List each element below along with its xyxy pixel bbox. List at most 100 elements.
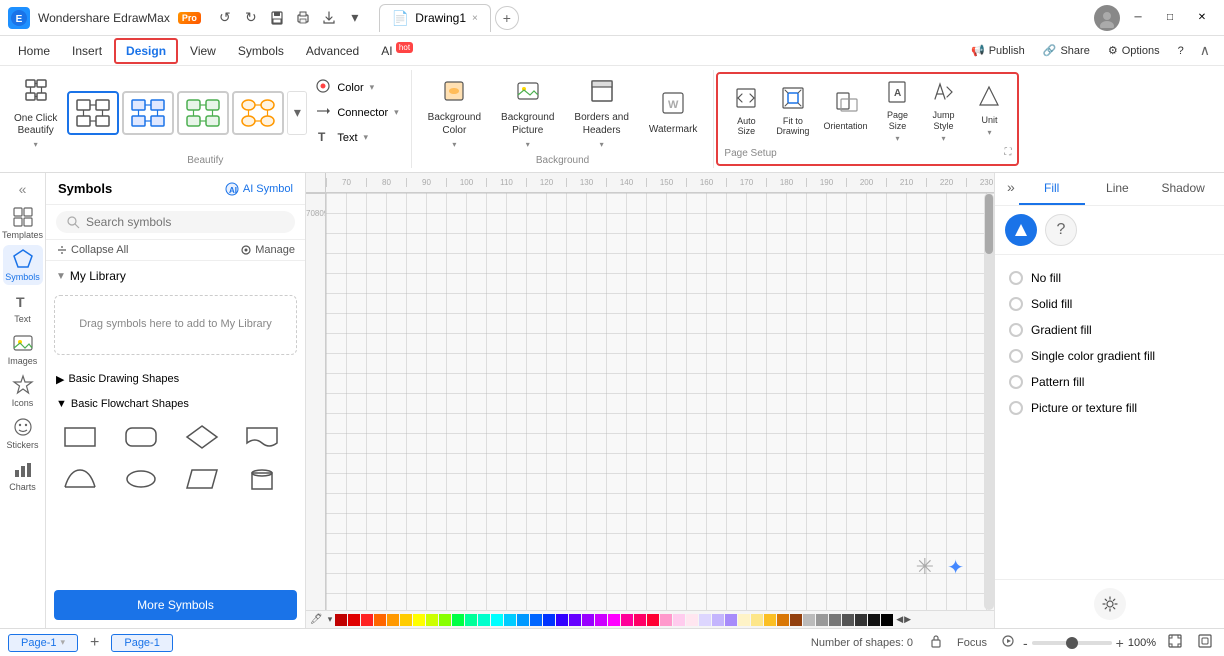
color-swatch[interactable] [634, 614, 646, 626]
color-swatch[interactable] [595, 614, 607, 626]
color-swatch[interactable] [530, 614, 542, 626]
zoom-out-button[interactable]: - [1023, 635, 1028, 651]
color-swatch[interactable] [855, 614, 867, 626]
color-swatch[interactable] [621, 614, 633, 626]
tab-ai[interactable]: AI hot [371, 39, 423, 62]
shape-cylinder[interactable] [238, 460, 286, 498]
zoom-slider[interactable] [1032, 641, 1112, 645]
color-swatch[interactable] [660, 614, 672, 626]
restore-button[interactable]: □ [1156, 7, 1184, 29]
text-format-button[interactable]: T Text ▾ [311, 126, 402, 149]
watermark-button[interactable]: W Watermark [641, 85, 706, 140]
help-button[interactable]: ? [1170, 42, 1192, 60]
manage-button[interactable]: Manage [240, 244, 295, 256]
search-input[interactable] [86, 215, 285, 229]
sidebar-item-images[interactable]: Images [3, 329, 43, 369]
color-swatch[interactable] [504, 614, 516, 626]
one-click-beautify-button[interactable]: One ClickBeautify ▾ [8, 72, 63, 153]
single-gradient-option[interactable]: Single color gradient fill [1005, 343, 1214, 369]
share-button[interactable]: 🔗 Share [1035, 41, 1098, 60]
tab-view[interactable]: View [180, 40, 226, 62]
tab-fill[interactable]: Fill [1019, 173, 1085, 205]
connector-format-button[interactable]: Connector ▾ [311, 101, 402, 124]
my-library-header[interactable]: ▼ My Library [46, 265, 305, 287]
color-swatch[interactable] [777, 614, 789, 626]
unit-button[interactable]: Unit ▾ [967, 81, 1011, 140]
color-swatch[interactable] [608, 614, 620, 626]
user-avatar[interactable] [1094, 5, 1120, 31]
style-preset-1[interactable] [67, 91, 119, 135]
color-swatch[interactable] [361, 614, 373, 626]
fit-page-button[interactable] [1164, 633, 1186, 652]
color-swatch[interactable] [803, 614, 815, 626]
color-swatch[interactable] [829, 614, 841, 626]
color-scroll-left[interactable]: ◀ [896, 614, 903, 625]
color-format-button[interactable]: Color ▾ [311, 76, 402, 99]
color-swatch[interactable] [517, 614, 529, 626]
shape-parallelogram[interactable] [178, 460, 226, 498]
sidebar-item-charts[interactable]: Charts [3, 455, 43, 495]
solid-fill-option[interactable]: Solid fill [1005, 291, 1214, 317]
style-preset-2[interactable] [122, 91, 174, 135]
borders-headers-button[interactable]: Borders andHeaders ▾ [566, 73, 636, 153]
print-button[interactable] [291, 6, 315, 30]
color-swatch[interactable] [465, 614, 477, 626]
quick-dropdown[interactable]: ▾ [343, 6, 367, 30]
color-swatch[interactable] [738, 614, 750, 626]
shape-oval[interactable] [117, 460, 165, 498]
tab-line[interactable]: Line [1085, 173, 1151, 205]
color-swatch[interactable] [868, 614, 880, 626]
page-size-button[interactable]: A PageSize ▾ [875, 76, 919, 146]
shape-rectangle[interactable] [56, 418, 104, 456]
current-page-tab[interactable]: Page-1 ▾ [8, 634, 78, 652]
zoom-handle[interactable] [1066, 637, 1078, 649]
gradient-fill-option[interactable]: Gradient fill [1005, 317, 1214, 343]
add-page-button[interactable]: + [86, 634, 103, 652]
sidebar-item-icons[interactable]: Icons [3, 371, 43, 411]
jump-style-button[interactable]: JumpStyle ▾ [921, 76, 965, 146]
auto-size-button[interactable]: AutoSize [724, 82, 768, 141]
color-swatch[interactable] [569, 614, 581, 626]
picture-texture-option[interactable]: Picture or texture fill [1005, 395, 1214, 421]
play-icon[interactable] [1001, 634, 1015, 651]
canvas-surface[interactable]: ✳ ✦ [326, 193, 994, 610]
settings-button[interactable] [1094, 588, 1126, 620]
bg-color-button[interactable]: BackgroundColor ▾ [420, 73, 489, 153]
color-swatch[interactable] [413, 614, 425, 626]
color-swatch[interactable] [582, 614, 594, 626]
save-button[interactable] [265, 6, 289, 30]
tab-close-button[interactable]: × [472, 13, 478, 24]
color-swatch[interactable] [725, 614, 737, 626]
ribbon-collapse-button[interactable]: ∧ [1194, 40, 1216, 61]
color-fill-icon[interactable]: 🖊 [310, 614, 323, 625]
style-preset-4[interactable] [232, 91, 284, 135]
page-1-tab[interactable]: Page-1 [111, 634, 172, 652]
ai-symbol-button[interactable]: AI AI Symbol [225, 182, 293, 196]
publish-button[interactable]: 📢 Publish [963, 41, 1033, 60]
fullscreen-button[interactable] [1194, 633, 1216, 652]
tab-advanced[interactable]: Advanced [296, 40, 369, 62]
tab-insert[interactable]: Insert [62, 40, 112, 62]
color-swatch[interactable] [556, 614, 568, 626]
color-swatch[interactable] [374, 614, 386, 626]
shape-rounded-rect[interactable] [117, 418, 165, 456]
color-swatch[interactable] [790, 614, 802, 626]
basic-drawing-header[interactable]: ▶ Basic Drawing Shapes [46, 369, 305, 390]
color-swatch[interactable] [699, 614, 711, 626]
collapse-all-button[interactable]: Collapse All [56, 244, 128, 256]
color-swatch[interactable] [712, 614, 724, 626]
preset-more-button[interactable]: ▾ [287, 91, 307, 135]
more-symbols-button[interactable]: More Symbols [54, 590, 297, 620]
sidebar-item-symbols[interactable]: Symbols [3, 245, 43, 285]
color-swatch[interactable] [426, 614, 438, 626]
scrollbar-thumb[interactable] [985, 194, 993, 254]
color-swatch[interactable] [842, 614, 854, 626]
redo-button[interactable]: ↻ [239, 6, 263, 30]
basic-flowchart-header[interactable]: ▼ Basic Flowchart Shapes [46, 394, 305, 414]
sidebar-item-templates[interactable]: Templates [3, 203, 43, 243]
color-arrow[interactable]: ▾ [328, 614, 333, 625]
tab-home[interactable]: Home [8, 40, 60, 62]
sidebar-collapse-button[interactable]: « [7, 177, 39, 201]
shape-document[interactable] [238, 418, 286, 456]
help-button-panel[interactable]: ? [1045, 214, 1077, 246]
